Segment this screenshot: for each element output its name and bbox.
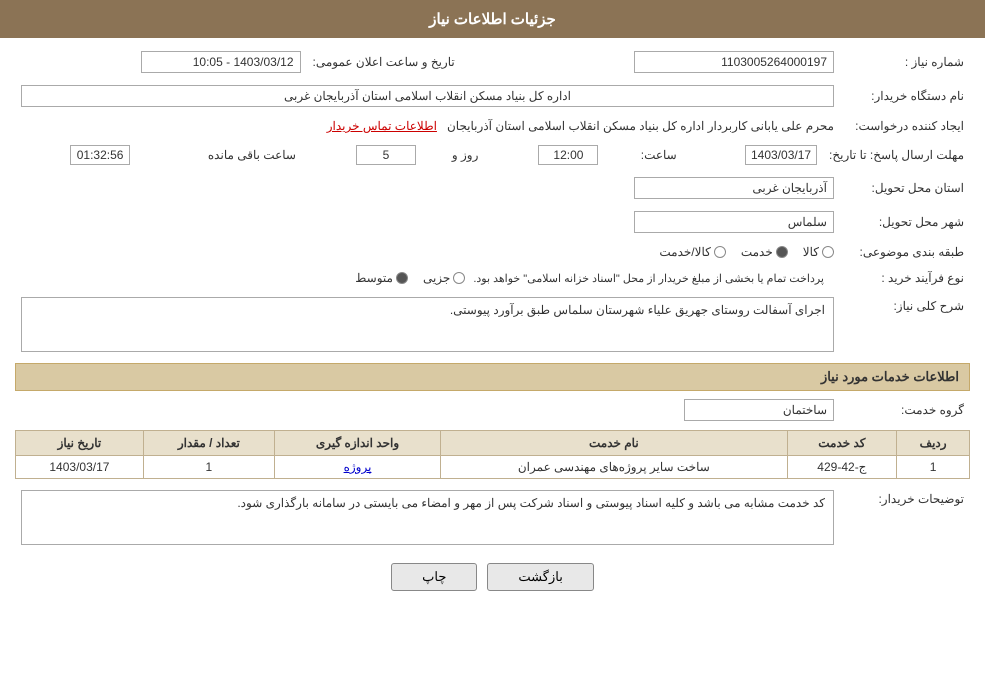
creator-value: محرم علی یابانی کاربردار اداره کل بنیاد … — [444, 119, 834, 133]
service-group-value: ساختمان — [684, 399, 834, 421]
row-name: ساخت سایر پروژه‌های مهندسی عمران — [441, 456, 787, 479]
need-desc-label: شرح کلی نیاز: — [840, 294, 970, 355]
radio-jozii — [453, 272, 465, 284]
deadline-time: 12:00 — [538, 145, 598, 165]
province-label: استان محل تحویل: — [840, 174, 970, 202]
purchase-type-radio-group: جزیی متوسط — [355, 271, 465, 285]
radio-kala-khedmat — [714, 246, 726, 258]
deadline-label: مهلت ارسال پاسخ: تا تاریخ: — [823, 142, 970, 168]
radio-kala — [822, 246, 834, 258]
need-number-label: شماره نیاز : — [840, 48, 970, 76]
category-option-khedmat[interactable]: خدمت — [741, 245, 788, 259]
category-label: طبقه بندی موضوعی: — [840, 242, 970, 262]
page-title: جزئیات اطلاعات نیاز — [429, 11, 556, 28]
table-row: 1 ج-42-429 ساخت سایر پروژه‌های مهندسی عم… — [16, 456, 970, 479]
service-group-label: گروه خدمت: — [840, 396, 970, 424]
purchase-type-note: پرداخت تمام یا بخشی از مبلغ خریدار از مح… — [473, 272, 824, 285]
row-unit[interactable]: پروژه — [274, 456, 440, 479]
need-number-value: 1103005264000197 — [634, 51, 834, 73]
page-header: جزئیات اطلاعات نیاز — [0, 0, 985, 38]
button-row: بازگشت چاپ — [15, 563, 970, 591]
city-label: شهر محل تحویل: — [840, 208, 970, 236]
col-name: نام خدمت — [441, 431, 787, 456]
category-option-kala[interactable]: کالا — [803, 245, 834, 259]
services-table: ردیف کد خدمت نام خدمت واحد اندازه گیری ت… — [15, 430, 970, 479]
city-value: سلماس — [634, 211, 834, 233]
purchase-type-motavasset[interactable]: متوسط — [355, 271, 408, 285]
row-code: ج-42-429 — [787, 456, 897, 479]
announce-label: تاریخ و ساعت اعلان عمومی: — [307, 48, 461, 76]
province-value: آذربایجان غربی — [634, 177, 834, 199]
back-button[interactable]: بازگشت — [487, 563, 593, 591]
col-unit: واحد اندازه گیری — [274, 431, 440, 456]
need-desc-value: اجرای آسفالت روستای جهریق علیاء شهرستان … — [21, 297, 834, 352]
services-section-header: اطلاعات خدمات مورد نیاز — [15, 363, 970, 391]
buyer-notes-label: توضیحات خریدار: — [840, 487, 970, 548]
col-qty: تعداد / مقدار — [143, 431, 274, 456]
purchase-type-label: نوع فرآیند خرید : — [840, 268, 970, 288]
deadline-remain: 01:32:56 — [70, 145, 130, 165]
row-qty: 1 — [143, 456, 274, 479]
deadline-days: 5 — [356, 145, 416, 165]
creator-label: ایجاد کننده درخواست: — [840, 116, 970, 136]
deadline-remain-label: ساعت باقی مانده — [136, 142, 301, 168]
row-date: 1403/03/17 — [16, 456, 144, 479]
category-radio-group: کالا خدمت کالا/خدمت — [21, 245, 834, 259]
col-row: ردیف — [897, 431, 970, 456]
contact-link[interactable]: اطلاعات تماس خریدار — [327, 119, 437, 133]
row-number: 1 — [897, 456, 970, 479]
announce-value: 1403/03/12 - 10:05 — [141, 51, 301, 73]
buyer-notes-value: کد خدمت مشابه می باشد و کلیه اسناد پیوست… — [21, 490, 834, 545]
org-name-label: نام دستگاه خریدار: — [840, 82, 970, 110]
category-option-kala-khedmat[interactable]: کالا/خدمت — [659, 245, 725, 259]
col-date: تاریخ نیاز — [16, 431, 144, 456]
col-code: کد خدمت — [787, 431, 897, 456]
radio-khedmat — [776, 246, 788, 258]
print-button[interactable]: چاپ — [391, 563, 477, 591]
purchase-type-jozii[interactable]: جزیی — [423, 271, 465, 285]
deadline-day-label: روز و — [422, 142, 483, 168]
deadline-date: 1403/03/17 — [745, 145, 817, 165]
org-name-value: اداره کل بنیاد مسکن انقلاب اسلامی استان … — [21, 85, 834, 107]
radio-motavasset — [396, 272, 408, 284]
deadline-time-label: ساعت: — [604, 142, 681, 168]
